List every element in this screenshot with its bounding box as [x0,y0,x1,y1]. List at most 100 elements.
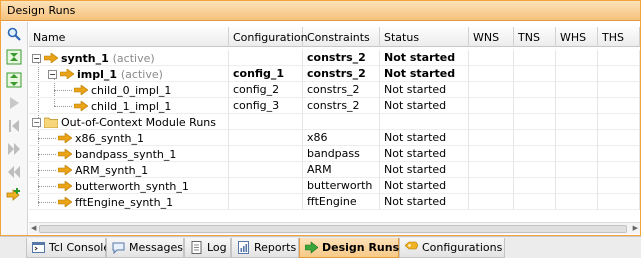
run-configuration [229,162,303,178]
column-header-wns[interactable]: WNS [469,27,514,47]
run-arrow-icon [58,165,72,175]
scrollbar-thumb[interactable] [39,225,627,233]
scroll-right-icon[interactable]: ▶ [633,224,638,232]
tab-label: Configurations [422,241,503,254]
tab-label: Messages [129,241,183,254]
column-header-status[interactable]: Status [380,27,469,47]
run-constraints: constrs_2 [303,82,380,98]
column-header-configuration[interactable]: Configuration [229,27,308,47]
table-row-child-1-impl-1[interactable]: child_1_impl_1 config_3 constrs_2 Not st… [29,98,640,114]
previous-icon[interactable] [5,163,23,181]
folder-icon [44,117,58,128]
column-header-whs[interactable]: WHS [556,27,598,47]
tab-reports[interactable]: Reports [231,238,299,258]
column-header-ths[interactable]: THS [598,27,640,47]
table-row-synth-1[interactable]: − synth_1 (active) constrs_2 Not started [29,50,640,66]
run-status: Not started [380,194,469,210]
run-configuration [229,146,303,162]
log-icon [191,241,202,254]
design-runs-panel: Design Runs Name Configuration Constrain… [0,0,641,236]
column-header-tns[interactable]: TNS [514,27,556,47]
run-arrow-icon [60,69,74,79]
run-constraints: bandpass [303,146,380,162]
run-configuration [229,130,303,146]
run-name: child_1_impl_1 [91,99,172,113]
collapse-toggle[interactable]: − [48,69,57,79]
scroll-left-icon[interactable]: ◀ [31,224,36,232]
group-name: Out-of-Context Module Runs [61,115,216,129]
run-arrow-icon [58,133,72,143]
run-configuration [229,50,303,66]
column-header-constraints[interactable]: Constraints [303,27,380,47]
run-status: Not started [380,82,469,98]
tab-design-runs[interactable]: Design Runs [299,238,399,258]
run-constraints: constrs_2 [303,50,380,66]
tab-configurations[interactable]: Configurations [399,238,505,258]
design-runs-table: Name Configuration Constraints Status WN… [29,27,640,233]
configurations-icon [405,241,418,250]
run-status: Not started [380,178,469,194]
next-icon[interactable] [5,140,23,158]
table-row-x86-synth-1[interactable]: x86_synth_1 x86 Not started [29,130,640,146]
run-status: Not started [380,130,469,146]
run-arrow-icon [58,197,72,207]
run-arrow-icon [58,149,72,159]
tab-log[interactable]: Log [184,238,231,258]
messages-icon [112,242,125,254]
run-constraints: x86 [303,130,380,146]
run-name: bandpass_synth_1 [75,147,177,161]
table-row-ooc-group[interactable]: − Out-of-Context Module Runs [29,114,640,130]
run-name: synth_1 [61,51,109,65]
run-configuration: config_2 [229,82,303,98]
table-row-impl-1[interactable]: − impl_1 (active) config_1 constrs_2 Not… [29,66,640,82]
run-configuration [229,194,303,210]
table-row-arm-synth-1[interactable]: ARM_synth_1 ARM Not started [29,162,640,178]
reports-icon [238,241,249,254]
run-configuration [229,178,303,194]
table-row-fftengine-synth-1[interactable]: fftEngine_synth_1 fftEngine Not started [29,194,640,210]
expand-all-icon[interactable] [5,71,23,89]
run-status: Not started [380,146,469,162]
horizontal-scrollbar[interactable]: ◀ ▶ [29,222,640,234]
table-header: Name Configuration Constraints Status WN… [29,27,640,47]
run-name: butterworth_synth_1 [75,179,189,193]
run-name: x86_synth_1 [75,131,145,145]
run-arrow-icon [44,53,58,63]
run-status: Not started [380,50,469,66]
run-constraints: butterworth [303,178,380,194]
run-configuration: config_3 [229,98,303,114]
run-constraints: ARM [303,162,380,178]
run-arrow-icon [74,85,88,95]
first-icon[interactable] [5,117,23,135]
side-toolbar [1,22,28,235]
run-arrow-icon [74,101,88,111]
run-name: child_0_impl_1 [91,83,172,97]
run-name: ARM_synth_1 [75,163,149,177]
bottom-tab-bar: Tcl Console Messages Log Reports Design … [0,236,641,258]
active-label: (active) [120,67,163,81]
run-constraints: fftEngine [303,194,380,210]
launch-icon[interactable] [5,94,23,112]
tab-messages[interactable]: Messages [106,238,184,258]
run-constraints: constrs_2 [303,98,380,114]
run-status: Not started [380,162,469,178]
tab-label: Tcl Console [49,241,111,254]
console-icon [32,242,45,253]
collapse-toggle[interactable]: − [32,53,41,63]
collapse-all-icon[interactable] [5,48,23,66]
column-header-name[interactable]: Name [29,27,229,47]
run-status: Not started [380,98,469,114]
tab-label: Reports [254,241,297,254]
run-configuration: config_1 [229,66,303,82]
collapse-toggle[interactable]: − [32,117,41,127]
active-label: (active) [112,51,155,65]
search-icon[interactable] [5,25,23,43]
table-row-bandpass-synth-1[interactable]: bandpass_synth_1 bandpass Not started [29,146,640,162]
add-run-icon[interactable] [5,186,23,204]
panel-title: Design Runs [1,1,640,21]
table-row-child-0-impl-1[interactable]: child_0_impl_1 config_2 constrs_2 Not st… [29,82,640,98]
tab-label: Design Runs [322,241,400,254]
tab-tcl-console[interactable]: Tcl Console [26,238,110,258]
run-arrow-icon [58,181,72,191]
table-row-butterworth-synth-1[interactable]: butterworth_synth_1 butterworth Not star… [29,178,640,194]
